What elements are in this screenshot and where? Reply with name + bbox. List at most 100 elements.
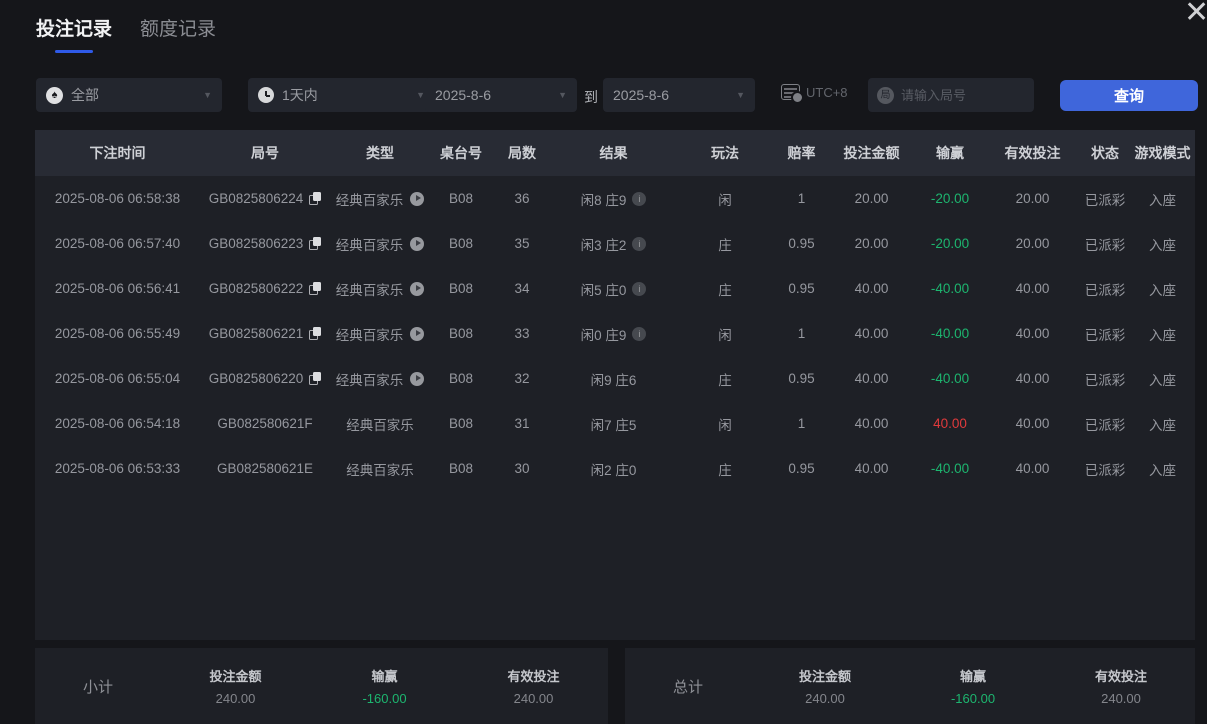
- cell-odds: 0.95: [775, 236, 828, 251]
- cell-game-mode: 入座: [1130, 369, 1195, 389]
- summary-stat-label: 投注金额: [751, 666, 899, 685]
- cell-bet-time: 2025-08-06 06:56:41: [35, 281, 200, 296]
- cell-bet-time: 2025-08-06 06:55:04: [35, 371, 200, 386]
- info-icon[interactable]: i: [632, 282, 646, 296]
- cell-status: 已派彩: [1080, 324, 1130, 344]
- cell-valid-bet: 40.00: [985, 326, 1080, 341]
- cell-table-no: B08: [430, 236, 492, 251]
- cell-play-type: 闲: [675, 189, 775, 209]
- cell-valid-bet: 40.00: [985, 371, 1080, 386]
- summary-stat-label: 投注金额: [161, 666, 310, 685]
- subtotal-items: 投注金额240.00输赢-160.00有效投注240.00: [161, 666, 608, 706]
- cell-round-id: GB082580621F: [200, 416, 330, 431]
- tab-bet-records[interactable]: 投注记录: [36, 14, 112, 53]
- summary-stat: 有效投注240.00: [1047, 666, 1195, 706]
- cell-round-id: GB0825806222: [200, 281, 330, 296]
- time-range-value: 1天内: [282, 85, 318, 105]
- cell-status: 已派彩: [1080, 279, 1130, 299]
- summary-stat: 投注金额240.00: [751, 666, 899, 706]
- time-range-dropdown[interactable]: 1天内 ▼: [248, 78, 435, 112]
- table-header: 下注时间局号类型桌台号局数结果玩法赔率投注金额输赢有效投注状态游戏模式: [35, 130, 1195, 176]
- cell-round-no: 35: [492, 236, 552, 251]
- cell-table-no: B08: [430, 281, 492, 296]
- info-icon[interactable]: i: [632, 237, 646, 251]
- tab-bar: 投注记录 额度记录: [36, 14, 216, 53]
- total-panel: 总计 投注金额240.00输赢-160.00有效投注240.00: [625, 648, 1195, 724]
- video-icon[interactable]: [410, 372, 424, 386]
- cell-play-type: 庄: [675, 279, 775, 299]
- round-number-field: 局: [868, 78, 1034, 112]
- cell-bet-amount: 40.00: [828, 371, 915, 386]
- column-header: 下注时间: [35, 143, 200, 163]
- info-icon[interactable]: i: [632, 327, 646, 341]
- table-row: 2025-08-06 06:56:41GB0825806222经典百家乐B083…: [35, 266, 1195, 311]
- date-from-value: 2025-8-6: [435, 87, 491, 103]
- summary-stat: 输赢-160.00: [899, 666, 1047, 706]
- cell-result: 闲9 庄6: [552, 369, 675, 389]
- spade-icon: ♠: [46, 87, 63, 104]
- chevron-down-icon: ▼: [736, 90, 745, 100]
- video-icon[interactable]: [410, 192, 424, 206]
- calendar-clock-icon: [781, 84, 800, 100]
- game-type-dropdown[interactable]: ♠ 全部 ▼: [36, 78, 222, 112]
- column-header: 状态: [1080, 143, 1130, 163]
- cell-bet-amount: 20.00: [828, 191, 915, 206]
- copy-icon[interactable]: [309, 237, 321, 250]
- summary-stat-value: 240.00: [1047, 691, 1195, 706]
- video-icon[interactable]: [410, 282, 424, 296]
- cell-game-mode: 入座: [1130, 234, 1195, 254]
- column-header: 有效投注: [985, 143, 1080, 163]
- cell-status: 已派彩: [1080, 459, 1130, 479]
- column-header: 类型: [330, 143, 430, 163]
- tab-credit-records-label: 额度记录: [140, 19, 216, 40]
- cell-bet-time: 2025-08-06 06:53:33: [35, 461, 200, 476]
- cell-game-type: 经典百家乐: [330, 279, 430, 299]
- cell-result: 闲3 庄2i: [552, 234, 675, 254]
- copy-icon[interactable]: [309, 327, 321, 340]
- info-icon[interactable]: i: [632, 192, 646, 206]
- copy-icon[interactable]: [309, 282, 321, 295]
- date-from-dropdown[interactable]: 2025-8-6 ▼: [425, 78, 577, 112]
- cell-round-id: GB082580621E: [200, 461, 330, 476]
- video-icon[interactable]: [410, 327, 424, 341]
- table-row: 2025-08-06 06:55:49GB0825806221经典百家乐B083…: [35, 311, 1195, 356]
- cell-round-no: 30: [492, 461, 552, 476]
- cell-table-no: B08: [430, 461, 492, 476]
- video-icon[interactable]: [410, 237, 424, 251]
- cell-status: 已派彩: [1080, 234, 1130, 254]
- query-button[interactable]: 查询: [1060, 80, 1198, 111]
- column-header: 赔率: [775, 143, 828, 163]
- table-row: 2025-08-06 06:58:38GB0825806224经典百家乐B083…: [35, 176, 1195, 221]
- cell-result: 闲5 庄0i: [552, 279, 675, 299]
- cell-status: 已派彩: [1080, 369, 1130, 389]
- table-body: 2025-08-06 06:58:38GB0825806224经典百家乐B083…: [35, 176, 1195, 491]
- cell-win-loss: -40.00: [915, 461, 985, 476]
- cell-table-no: B08: [430, 416, 492, 431]
- round-number-input[interactable]: [901, 88, 1025, 103]
- chevron-down-icon: ▼: [416, 90, 425, 100]
- chevron-down-icon: ▼: [203, 90, 212, 100]
- cell-win-loss: -20.00: [915, 236, 985, 251]
- cell-game-mode: 入座: [1130, 414, 1195, 434]
- cell-play-type: 庄: [675, 459, 775, 479]
- cell-win-loss: -20.00: [915, 191, 985, 206]
- timezone-label: UTC+8: [806, 85, 848, 100]
- cell-bet-amount: 40.00: [828, 281, 915, 296]
- close-icon[interactable]: ✕: [1184, 0, 1207, 28]
- cell-win-loss: -40.00: [915, 281, 985, 296]
- cell-round-id: GB0825806223: [200, 236, 330, 251]
- cell-game-type: 经典百家乐: [330, 189, 430, 209]
- tab-credit-records[interactable]: 额度记录: [140, 14, 216, 53]
- copy-icon[interactable]: [309, 372, 321, 385]
- subtotal-panel: 小计 投注金额240.00输赢-160.00有效投注240.00: [35, 648, 608, 724]
- date-to-dropdown[interactable]: 2025-8-6 ▼: [603, 78, 755, 112]
- cell-round-id: GB0825806221: [200, 326, 330, 341]
- cell-round-no: 36: [492, 191, 552, 206]
- copy-icon[interactable]: [309, 192, 321, 205]
- date-to-value: 2025-8-6: [613, 87, 669, 103]
- subtotal-label: 小计: [35, 676, 161, 697]
- cell-odds: 1: [775, 326, 828, 341]
- cell-status: 已派彩: [1080, 414, 1130, 434]
- round-number-icon: 局: [877, 87, 894, 104]
- cell-round-id: GB0825806220: [200, 371, 330, 386]
